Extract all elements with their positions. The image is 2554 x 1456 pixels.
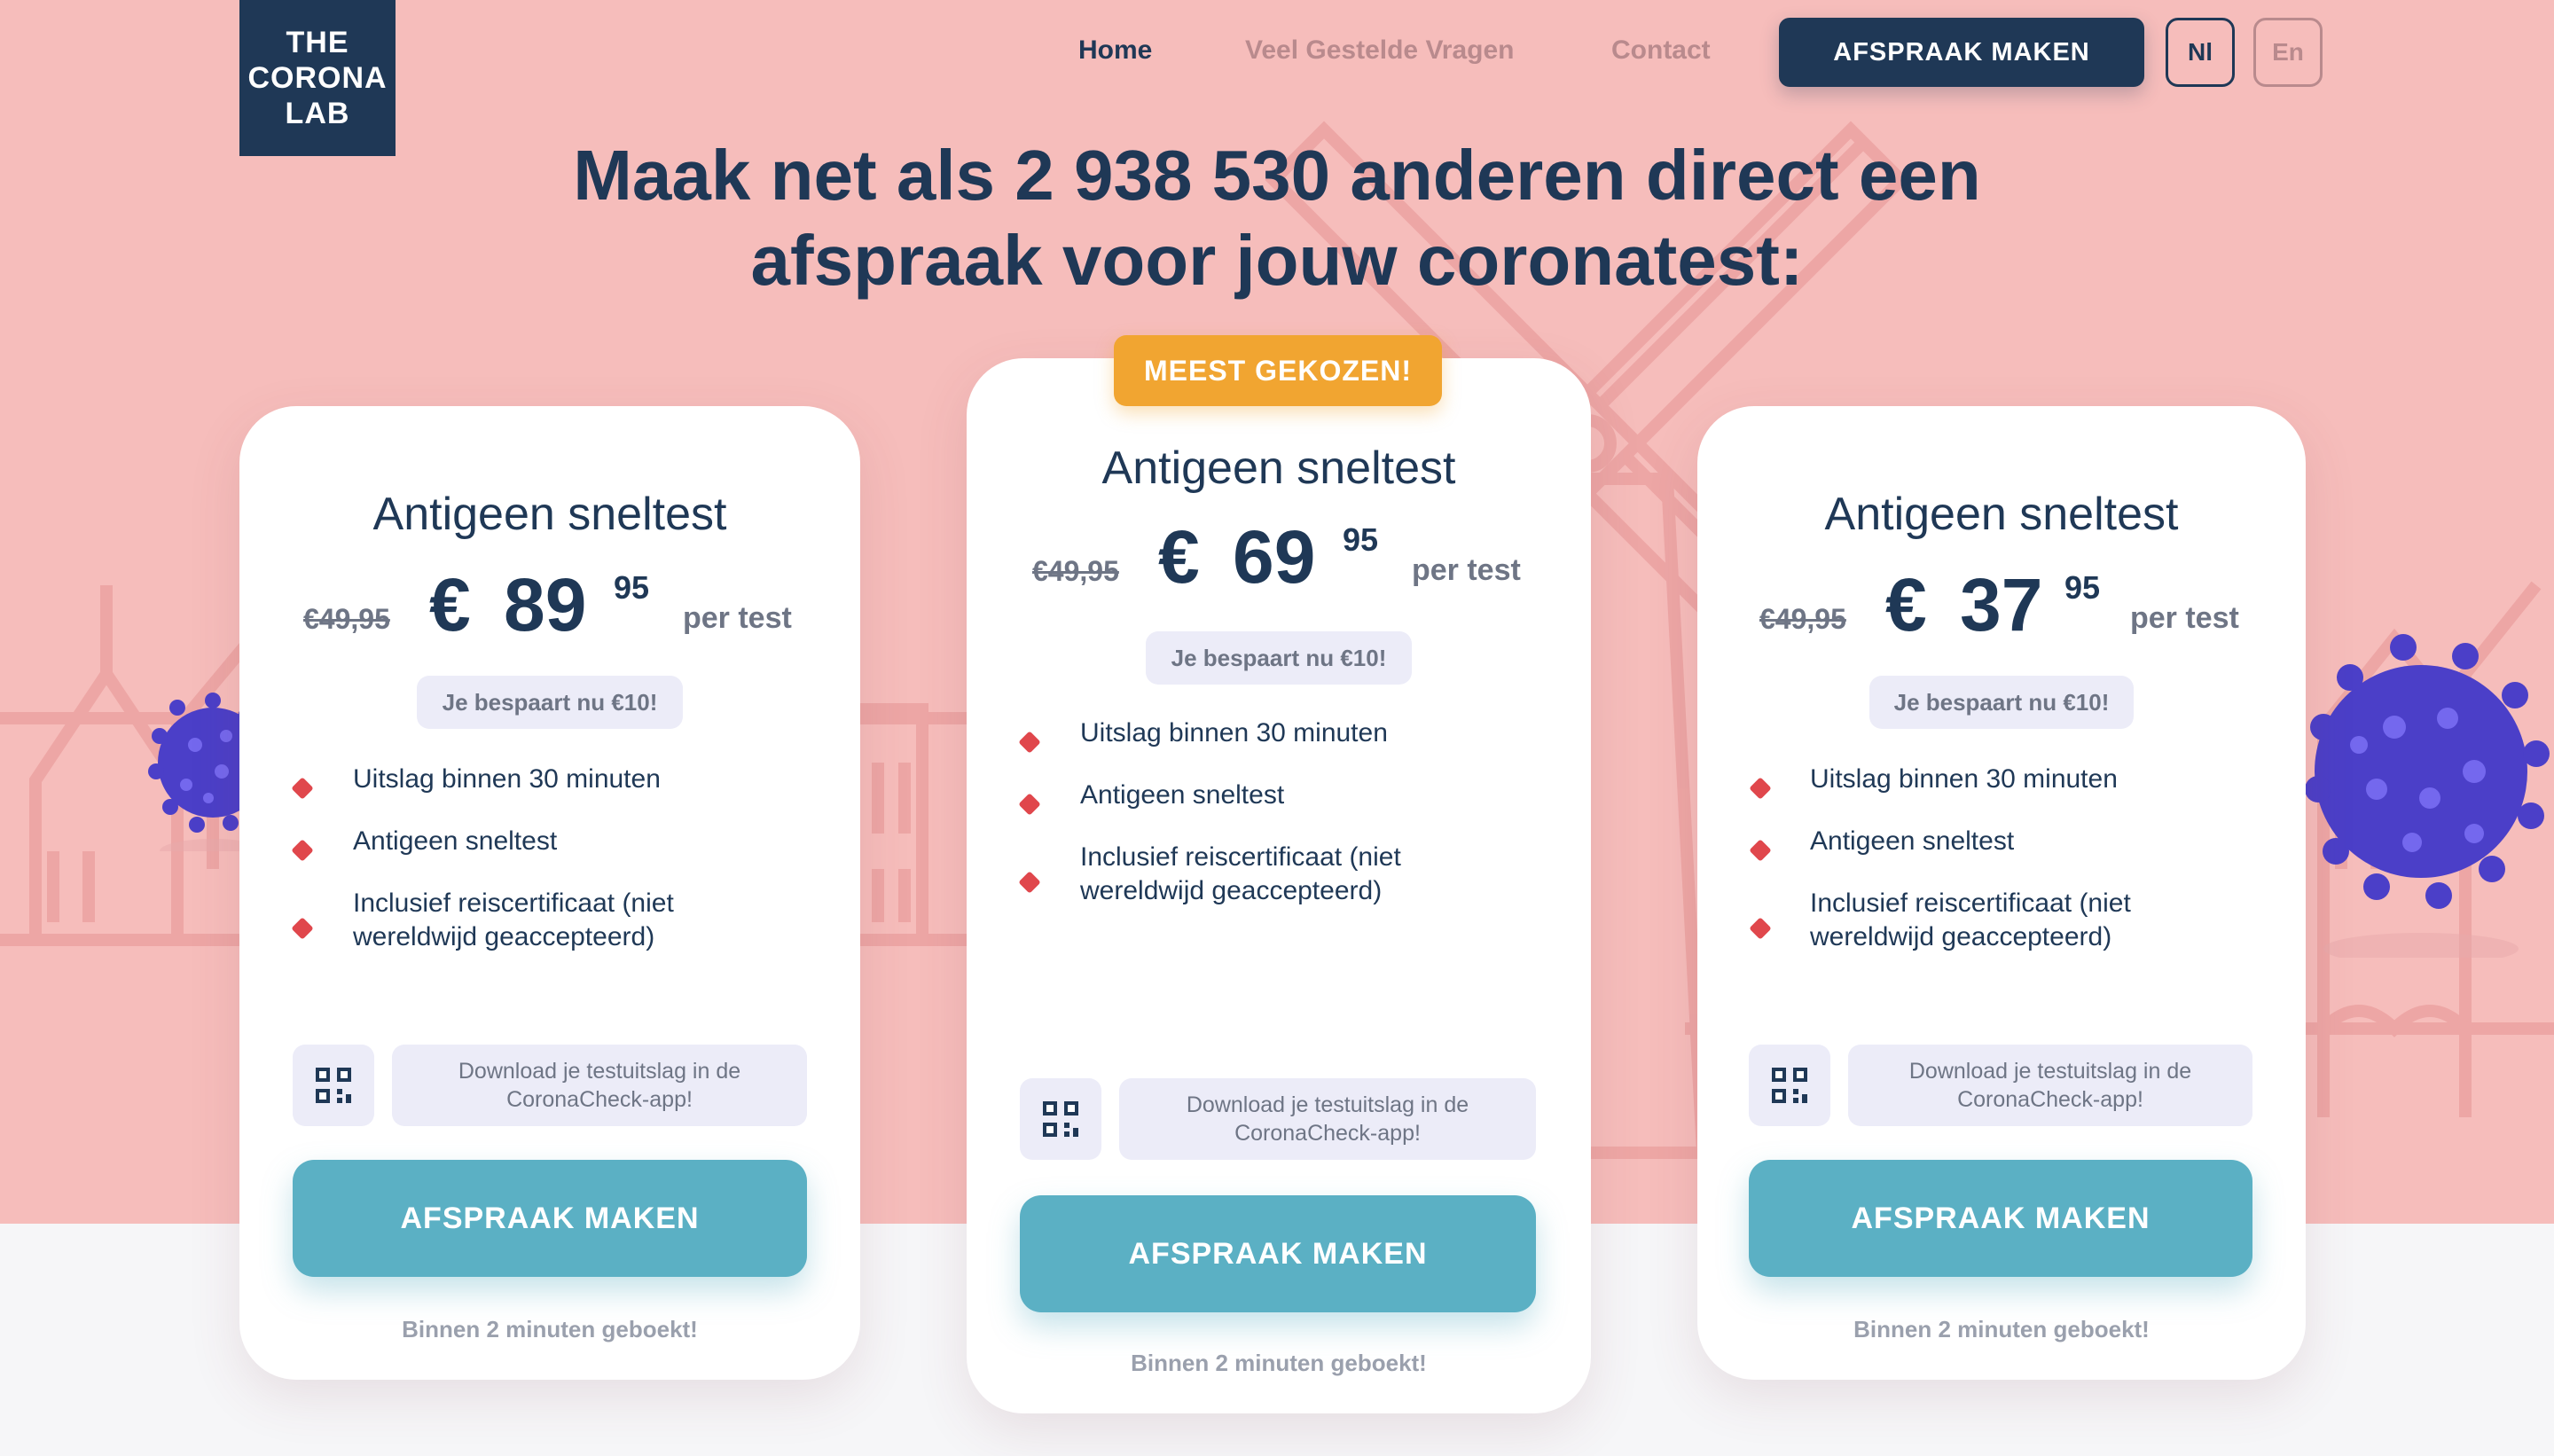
- price-euro-sign: €: [429, 563, 471, 646]
- download-line: Download je testuitslag in de: [458, 1059, 741, 1084]
- price-row: €49,95 € 89 95 per test: [239, 562, 860, 646]
- download-line: Download je testuitslag in de: [1908, 1059, 2192, 1084]
- feature-item: Antigeen sneltest: [1080, 780, 1285, 810]
- logo-line-2: CORONA: [247, 61, 388, 95]
- nav-contact[interactable]: Contact: [1611, 35, 1711, 66]
- feature-item: Uitslag binnen 30 minuten: [353, 764, 661, 794]
- qr-code-icon: [1020, 1078, 1101, 1160]
- bullet-icon: [291, 777, 314, 800]
- savings-pill: Je bespaart nu €10!: [417, 676, 683, 729]
- price-per-test: per test: [2130, 601, 2239, 635]
- feature-line: Inclusief reiscertificaat (niet: [1810, 888, 2131, 918]
- download-line: CoronaCheck-app!: [506, 1087, 693, 1112]
- headline-line-1: Maak net als 2 938 530 anderen direct ee…: [573, 136, 1981, 215]
- card-title: Antigeen sneltest: [1101, 442, 1456, 494]
- price-cents: 95: [614, 569, 650, 606]
- feature-item: Antigeen sneltest: [353, 826, 558, 856]
- download-info-pill[interactable]: Download je testuitslag in de CoronaCheck…: [1848, 1045, 2252, 1126]
- feature-item-multiline: Inclusief reiscertificaat (niet wereldwi…: [353, 887, 674, 954]
- headline-line-2: afspraak voor jouw coronatest:: [750, 221, 1804, 300]
- bullet-icon: [1749, 917, 1772, 940]
- bullet-icon: [1018, 793, 1041, 816]
- booked-note: Binnen 2 minuten geboekt!: [1131, 1350, 1427, 1376]
- bullet-icon: [1749, 839, 1772, 862]
- feature-line: wereldwijd geaccepteerd): [1810, 922, 2112, 951]
- bullet-icon: [1749, 777, 1772, 800]
- pricing-card-1: Antigeen sneltest €49,95 € 89 95 per tes…: [239, 406, 860, 1380]
- feature-item-multiline: Inclusief reiscertificaat (niet wereldwi…: [1080, 841, 1401, 908]
- logo-line-1: THE: [286, 26, 349, 59]
- bullet-icon: [1018, 731, 1041, 754]
- most-chosen-badge: MEEST GEKOZEN!: [1114, 335, 1442, 406]
- lang-en-button[interactable]: En: [2253, 18, 2323, 87]
- savings-pill: Je bespaart nu €10!: [1869, 676, 2134, 729]
- price-per-test: per test: [1412, 553, 1521, 587]
- appointment-button[interactable]: AFSPRAAK MAKEN: [1020, 1195, 1536, 1312]
- download-line: Download je testuitslag in de: [1186, 1092, 1469, 1117]
- feature-item: Uitslag binnen 30 minuten: [1080, 718, 1388, 748]
- virus-icon-right: [2306, 634, 2550, 958]
- feature-item: Antigeen sneltest: [1810, 826, 2015, 856]
- lang-nl-button[interactable]: Nl: [2166, 18, 2235, 87]
- price-cents: 95: [1343, 521, 1379, 558]
- price-euro-sign: €: [1885, 563, 1927, 646]
- old-price: €49,95: [1032, 555, 1119, 587]
- card-title: Antigeen sneltest: [372, 489, 727, 540]
- logo[interactable]: THE CORONA LAB: [239, 0, 396, 156]
- appointment-button[interactable]: AFSPRAAK MAKEN: [1749, 1160, 2252, 1277]
- feature-item: Uitslag binnen 30 minuten: [1810, 764, 2118, 794]
- price-per-test: per test: [683, 601, 792, 635]
- page-headline: Maak net als 2 938 530 anderen direct ee…: [390, 133, 2164, 303]
- old-price: €49,95: [1759, 603, 1846, 635]
- bullet-icon: [291, 917, 314, 940]
- price-amount: 69: [1233, 515, 1316, 599]
- qr-code-icon: [1749, 1045, 1830, 1126]
- price-amount: 37: [1960, 563, 2043, 646]
- download-line: CoronaCheck-app!: [1234, 1121, 1421, 1146]
- savings-pill: Je bespaart nu €10!: [1146, 631, 1412, 685]
- qr-code-icon: [293, 1045, 374, 1126]
- bullet-icon: [291, 839, 314, 862]
- price-row: €49,95 € 37 95 per test: [1697, 562, 2306, 646]
- feature-line: Inclusief reiscertificaat (niet: [353, 888, 674, 918]
- booked-note: Binnen 2 minuten geboekt!: [1853, 1316, 2150, 1342]
- pricing-card-2: Antigeen sneltest €49,95 € 69 95 per tes…: [967, 358, 1591, 1413]
- download-line: CoronaCheck-app!: [1957, 1087, 2143, 1112]
- feature-line: wereldwijd geaccepteerd): [353, 922, 655, 951]
- price-cents: 95: [2064, 569, 2101, 606]
- download-info-pill[interactable]: Download je testuitslag in de CoronaCheck…: [1119, 1078, 1536, 1160]
- card-title: Antigeen sneltest: [1824, 489, 2179, 540]
- pricing-card-3: Antigeen sneltest €49,95 € 37 95 per tes…: [1697, 406, 2306, 1380]
- feature-line: wereldwijd geaccepteerd): [1080, 876, 1383, 905]
- price-amount: 89: [504, 563, 587, 646]
- booked-note: Binnen 2 minuten geboekt!: [402, 1316, 698, 1342]
- feature-line: Inclusief reiscertificaat (niet: [1080, 842, 1401, 872]
- nav-appointment-button[interactable]: AFSPRAAK MAKEN: [1779, 18, 2144, 87]
- virus-icon-left: [148, 693, 248, 851]
- old-price: €49,95: [303, 603, 390, 635]
- price-row: €49,95 € 69 95 per test: [967, 514, 1591, 599]
- download-info-pill[interactable]: Download je testuitslag in de CoronaCheck…: [392, 1045, 807, 1126]
- logo-line-3: LAB: [285, 97, 350, 130]
- nav-home[interactable]: Home: [1078, 35, 1152, 66]
- nav-faq[interactable]: Veel Gestelde Vragen: [1245, 35, 1515, 66]
- appointment-button[interactable]: AFSPRAAK MAKEN: [293, 1160, 807, 1277]
- price-euro-sign: €: [1158, 515, 1200, 599]
- feature-item-multiline: Inclusief reiscertificaat (niet wereldwi…: [1810, 887, 2131, 954]
- bullet-icon: [1018, 871, 1041, 894]
